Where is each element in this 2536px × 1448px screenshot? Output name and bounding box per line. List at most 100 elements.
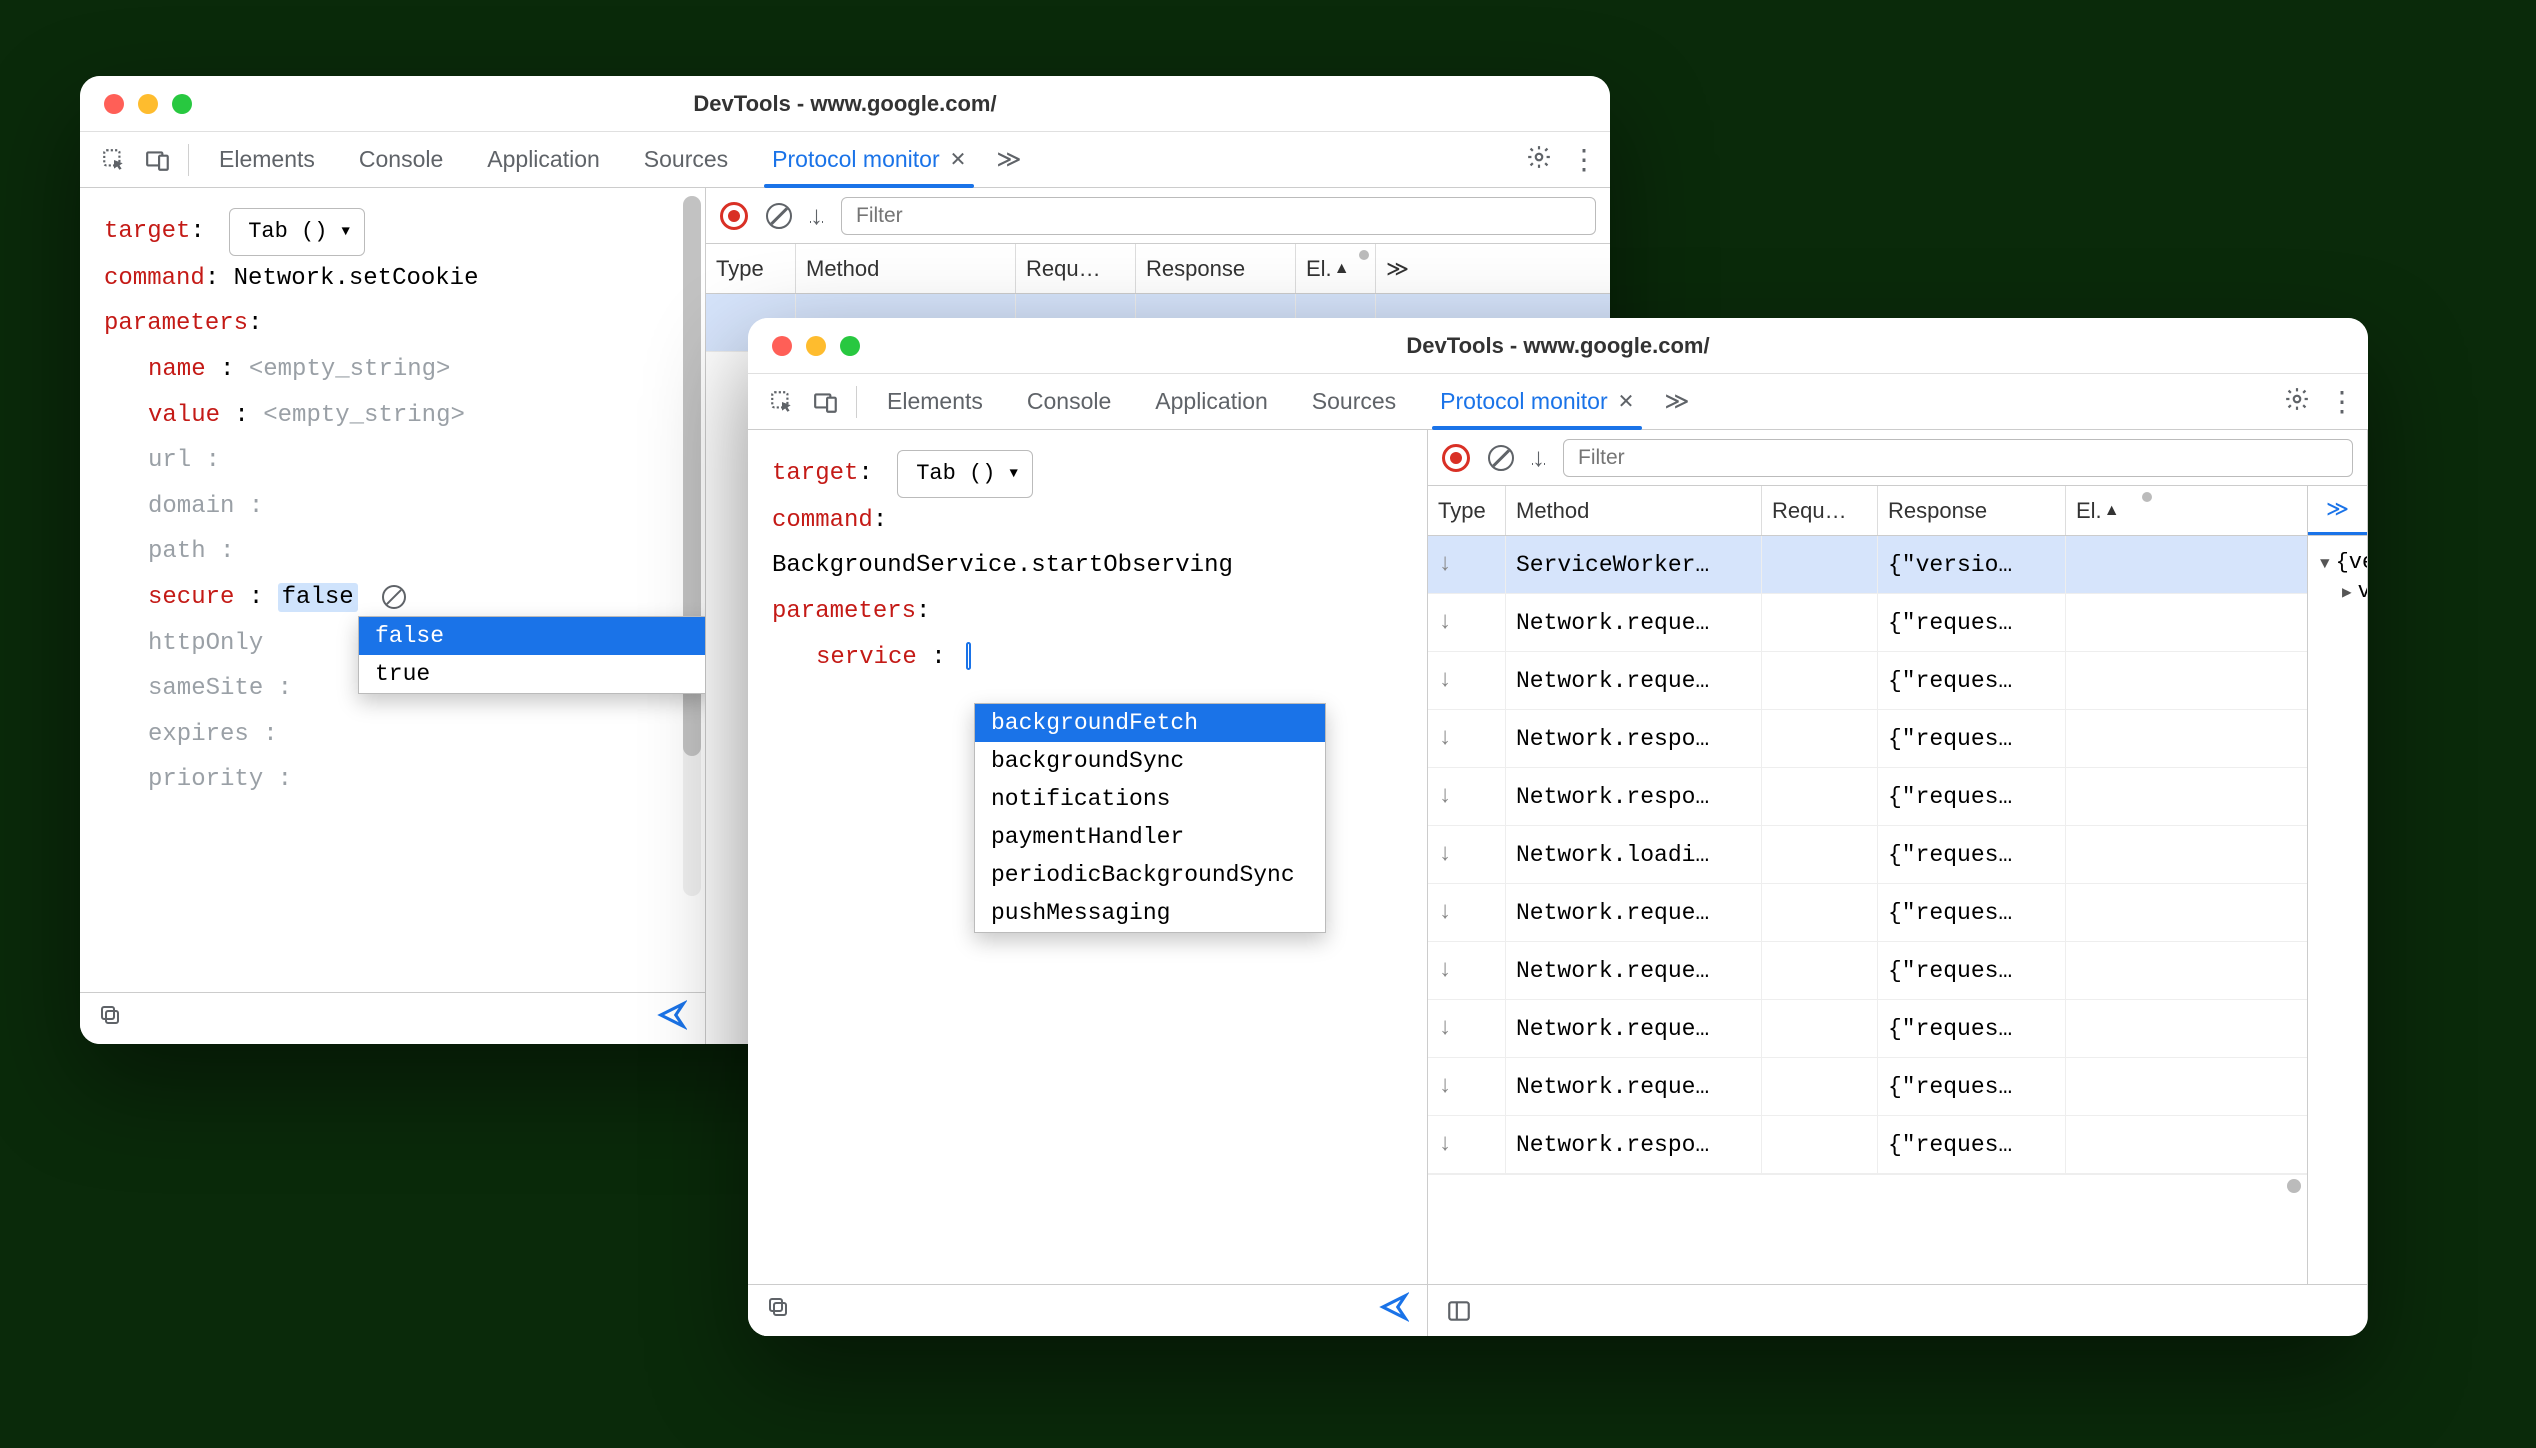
table-row[interactable]: ↓Network.reque…{"reques… — [1428, 1000, 2307, 1058]
param-httponly[interactable]: httpOnly — [148, 630, 263, 657]
close-window-button[interactable] — [772, 336, 792, 356]
col-response[interactable]: Response — [1878, 486, 2066, 535]
table-row[interactable]: ↓Network.respo…{"reques… — [1428, 768, 2307, 826]
kebab-menu-icon[interactable]: ⋮ — [1570, 153, 1598, 167]
dropdown-option[interactable]: pushMessaging — [975, 894, 1325, 932]
cell-response: {"reques… — [1878, 942, 2066, 999]
cell-method: ServiceWorker… — [1506, 536, 1762, 593]
clear-button[interactable] — [1488, 445, 1514, 471]
col-request[interactable]: Requ… — [1016, 244, 1136, 293]
inspect-icon[interactable] — [92, 138, 136, 182]
tree-root[interactable]: ▼{vers — [2320, 548, 2355, 577]
col-type[interactable]: Type — [1428, 486, 1506, 535]
cell-method: Network.respo… — [1506, 710, 1762, 767]
tab-application[interactable]: Application — [1133, 374, 1290, 429]
table-row[interactable]: ↓Network.reque…{"reques… — [1428, 652, 2307, 710]
maximize-window-button[interactable] — [172, 94, 192, 114]
col-elapsed[interactable]: El.▲ — [1296, 244, 1376, 293]
command-keyword: command — [772, 507, 873, 534]
boolean-dropdown[interactable]: false true — [358, 616, 706, 694]
tree-child[interactable]: ▶ver — [2320, 577, 2355, 606]
dropdown-option[interactable]: backgroundFetch — [975, 704, 1325, 742]
close-tab-icon[interactable]: ✕ — [1618, 389, 1635, 414]
toggle-panel-icon[interactable] — [1446, 1298, 1472, 1324]
tab-application[interactable]: Application — [465, 132, 622, 187]
download-icon[interactable]: ↓ — [1532, 442, 1545, 473]
separator — [188, 144, 189, 176]
col-request[interactable]: Requ… — [1762, 486, 1878, 535]
send-button[interactable] — [657, 1000, 687, 1037]
minimize-window-button[interactable] — [806, 336, 826, 356]
tab-elements[interactable]: Elements — [865, 374, 1005, 429]
arrow-down-icon: ↓ — [1438, 551, 1452, 578]
tab-sources[interactable]: Sources — [622, 132, 750, 187]
col-method[interactable]: Method — [1506, 486, 1762, 535]
more-tabs-icon[interactable]: ≫ — [996, 145, 1017, 174]
dropdown-option[interactable]: backgroundSync — [975, 742, 1325, 780]
close-tab-icon[interactable]: ✕ — [950, 147, 967, 172]
cell-response: {"reques… — [1878, 594, 2066, 651]
param-domain[interactable]: domain — [148, 493, 234, 520]
clear-button[interactable] — [766, 203, 792, 229]
dropdown-option[interactable]: notifications — [975, 780, 1325, 818]
more-tabs-icon[interactable]: ≫ — [1664, 387, 1685, 416]
download-icon[interactable]: ↓ — [810, 200, 823, 231]
param-value[interactable]: value — [148, 402, 220, 429]
minimize-window-button[interactable] — [138, 94, 158, 114]
kebab-menu-icon[interactable]: ⋮ — [2328, 395, 2356, 409]
dropdown-option[interactable]: periodicBackgroundSync — [975, 856, 1325, 894]
col-response[interactable]: Response — [1136, 244, 1296, 293]
col-more[interactable]: ≫ — [1376, 244, 1436, 293]
copy-icon[interactable] — [98, 1003, 122, 1034]
device-toolbar-icon[interactable] — [136, 138, 180, 182]
scrollbar[interactable] — [683, 196, 701, 896]
table-row[interactable]: ↓Network.reque…{"reques… — [1428, 594, 2307, 652]
tab-console[interactable]: Console — [337, 132, 465, 187]
record-button[interactable] — [720, 202, 748, 230]
tab-sources[interactable]: Sources — [1290, 374, 1418, 429]
table-row[interactable]: ↓Network.loadi…{"reques… — [1428, 826, 2307, 884]
col-method[interactable]: Method — [796, 244, 1016, 293]
gear-icon[interactable] — [2284, 386, 2310, 417]
param-samesite[interactable]: sameSite — [148, 675, 263, 702]
close-window-button[interactable] — [104, 94, 124, 114]
tab-console[interactable]: Console — [1005, 374, 1133, 429]
table-row[interactable]: ↓Network.respo…{"reques… — [1428, 710, 2307, 768]
record-button[interactable] — [1442, 444, 1470, 472]
table-row[interactable]: ↓Network.respo…{"reques… — [1428, 1116, 2307, 1174]
dropdown-option-false[interactable]: false — [359, 617, 706, 655]
maximize-window-button[interactable] — [840, 336, 860, 356]
table-row[interactable]: ↓Network.reque…{"reques… — [1428, 942, 2307, 1000]
service-dropdown[interactable]: backgroundFetch backgroundSync notificat… — [974, 703, 1326, 933]
col-type[interactable]: Type — [706, 244, 796, 293]
param-secure[interactable]: secure — [148, 584, 234, 611]
target-select[interactable]: Tab () ▼ — [229, 208, 365, 256]
dropdown-option-true[interactable]: true — [359, 655, 706, 693]
table-row[interactable]: ↓Network.reque…{"reques… — [1428, 884, 2307, 942]
command-value: Network.setCookie — [234, 265, 479, 292]
param-secure-value[interactable]: false — [278, 583, 358, 612]
copy-icon[interactable] — [766, 1295, 790, 1326]
tab-protocol-monitor[interactable]: Protocol monitor ✕ — [750, 132, 988, 187]
param-service[interactable]: service — [816, 644, 917, 671]
col-elapsed[interactable]: El.▲ — [2066, 486, 2158, 535]
col-more[interactable]: ≫ — [2308, 486, 2367, 535]
tab-protocol-monitor[interactable]: Protocol monitor ✕ — [1418, 374, 1656, 429]
send-button[interactable] — [1379, 1292, 1409, 1329]
table-row[interactable]: ↓Network.reque…{"reques… — [1428, 1058, 2307, 1116]
filter-input[interactable] — [1563, 439, 2353, 477]
target-select[interactable]: Tab () ▼ — [897, 450, 1033, 498]
param-expires[interactable]: expires — [148, 721, 249, 748]
inspect-icon[interactable] — [760, 380, 804, 424]
gear-icon[interactable] — [1526, 144, 1552, 175]
dropdown-option[interactable]: paymentHandler — [975, 818, 1325, 856]
device-toolbar-icon[interactable] — [804, 380, 848, 424]
clear-value-icon[interactable] — [382, 585, 406, 609]
param-name[interactable]: name — [148, 356, 206, 383]
param-path[interactable]: path — [148, 538, 206, 565]
tab-elements[interactable]: Elements — [197, 132, 337, 187]
filter-input[interactable] — [841, 197, 1596, 235]
table-row[interactable]: ↓ServiceWorker…{"versio… — [1428, 536, 2307, 594]
param-url[interactable]: url — [148, 447, 191, 474]
param-priority[interactable]: priority — [148, 766, 263, 793]
